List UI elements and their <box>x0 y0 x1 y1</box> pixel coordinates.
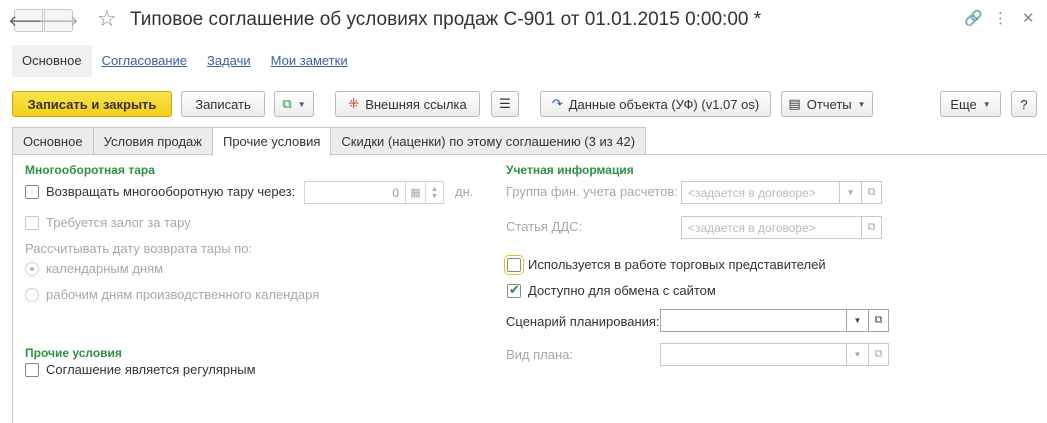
save-button[interactable]: Записать <box>181 91 265 117</box>
section-tare: Многооборотная тара <box>25 163 155 177</box>
fin-group-label: Группа фин. учета расчетов: <box>506 184 678 199</box>
favorite-star-icon[interactable]: ☆ <box>97 6 117 32</box>
window-title: Типовое соглашение об условиях продаж С-… <box>130 9 762 30</box>
regular-agreement-label: Соглашение является регулярным <box>46 362 256 377</box>
dds-label: Статья ДДС: <box>506 219 583 234</box>
sales-reps-checkbox[interactable] <box>504 255 524 275</box>
object-data-label: Данные объекта (УФ) (v1.07 os) <box>568 96 760 112</box>
scenario-label: Сценарий планирования: <box>506 314 660 329</box>
dds-input[interactable]: <задается в договоре> <box>681 216 862 239</box>
nav-tasks[interactable]: Задачи <box>197 45 261 77</box>
nav-notes[interactable]: Мои заметки <box>261 45 358 77</box>
stepper-down-icon: ▼ <box>431 192 438 200</box>
create-based-on-button[interactable]: ⧉ ▼ <box>274 91 314 117</box>
days-stepper[interactable]: ▲ ▼ <box>426 181 444 204</box>
more-vertical-icon[interactable]: ⋮ <box>993 9 1008 27</box>
more-button[interactable]: Еще ▼ <box>940 91 1001 117</box>
more-label: Еще <box>950 96 977 112</box>
dds-open[interactable]: ⧉ <box>862 216 882 239</box>
close-icon[interactable]: ✕ <box>1022 9 1035 27</box>
fin-group-dropdown[interactable]: ▼ <box>840 181 862 204</box>
tab-discounts[interactable]: Скидки (наценки) по этому соглашению (3 … <box>330 127 647 155</box>
site-exchange-label: Доступно для обмена с сайтом <box>528 283 716 298</box>
section-accounting: Учетная информация <box>506 163 634 177</box>
reports-label: Отчеты <box>806 96 852 112</box>
form-navigation: Основное Согласование Задачи Мои заметки <box>12 45 358 77</box>
calc-date-label: Рассчитывать дату возврата тары по: <box>25 241 253 256</box>
arrow-curve-icon: ↷ <box>551 96 563 111</box>
chevron-down-icon: ▼ <box>857 99 866 109</box>
calculator-icon: ▦ <box>410 187 421 199</box>
site-exchange-checkbox[interactable] <box>507 282 521 298</box>
external-link-label: Внешняя ссылка <box>365 96 467 112</box>
scenario-open[interactable]: ⧉ <box>869 309 889 332</box>
chevron-down-icon: ▼ <box>853 350 862 359</box>
list-icon: ☰ <box>499 96 511 111</box>
tab-main[interactable]: Основное <box>12 127 94 155</box>
open-icon: ⧉ <box>874 314 883 326</box>
radio-calendar-label: календарным дням <box>46 261 164 276</box>
open-icon: ⧉ <box>867 186 876 198</box>
fin-group-input[interactable]: <задается в договоре> <box>681 181 840 204</box>
create-based-icon: ⧉ <box>282 96 292 111</box>
scenario-input[interactable] <box>660 309 847 332</box>
list-button[interactable]: ☰ <box>491 91 519 117</box>
return-tare-label: Возвращать многооборотную тару через: <box>46 184 296 199</box>
chevron-down-icon: ▼ <box>982 99 991 109</box>
radio-work-days[interactable] <box>25 288 39 302</box>
stepper-up-icon: ▲ <box>431 185 438 193</box>
forward-button[interactable]: 🡒 <box>38 9 79 32</box>
arrow-right-icon: 🡒 <box>38 13 79 30</box>
plan-type-dropdown[interactable]: ▼ <box>847 343 869 366</box>
plan-type-label: Вид плана: <box>506 347 574 362</box>
chevron-down-icon: ▼ <box>846 188 855 197</box>
object-data-button[interactable]: ↷ Данные объекта (УФ) (v1.07 os) <box>540 91 771 117</box>
reports-button[interactable]: ▤ Отчеты ▼ <box>781 91 873 117</box>
form-tabs: Основное Условия продаж Прочие условия С… <box>12 127 647 156</box>
external-link-icon: ⁜ <box>348 96 360 111</box>
save-close-button[interactable]: Записать и закрыть <box>12 91 172 117</box>
deposit-label: Требуется залог за тару <box>46 215 191 230</box>
nav-approval[interactable]: Согласование <box>92 45 197 77</box>
return-days-input[interactable]: 0 <box>304 181 406 204</box>
open-icon: ⧉ <box>874 348 883 360</box>
chevron-down-icon: ▼ <box>853 316 862 325</box>
plan-type-input[interactable] <box>660 343 847 366</box>
return-tare-checkbox[interactable] <box>25 185 39 199</box>
plan-type-open[interactable]: ⧉ <box>869 343 889 366</box>
deposit-checkbox[interactable] <box>25 216 39 230</box>
calculator-button[interactable]: ▦ <box>406 181 426 204</box>
scenario-dropdown[interactable]: ▼ <box>847 309 869 332</box>
report-icon: ▤ <box>788 96 801 111</box>
tab-sale-terms[interactable]: Условия продаж <box>92 127 213 155</box>
title-bar: 🡐 🡒 ☆ Типовое соглашение об условиях про… <box>0 0 1047 42</box>
days-unit: дн. <box>455 184 474 199</box>
fin-group-open[interactable]: ⧉ <box>862 181 882 204</box>
radio-work-label: рабочим дням производственного календаря <box>46 287 320 302</box>
nav-main[interactable]: Основное <box>12 45 92 77</box>
sales-reps-label: Используется в работе торговых представи… <box>528 257 826 272</box>
help-button[interactable]: ? <box>1011 91 1037 117</box>
chevron-down-icon: ▼ <box>297 99 306 109</box>
section-other: Прочие условия <box>25 346 122 360</box>
tab-other-terms[interactable]: Прочие условия <box>211 127 332 156</box>
regular-agreement-checkbox[interactable] <box>25 363 39 377</box>
radio-calendar-days[interactable] <box>25 262 39 276</box>
open-icon: ⧉ <box>867 221 876 233</box>
link-icon[interactable]: 🔗 <box>964 9 983 27</box>
external-link-button[interactable]: ⁜ Внешняя ссылка <box>335 91 480 117</box>
